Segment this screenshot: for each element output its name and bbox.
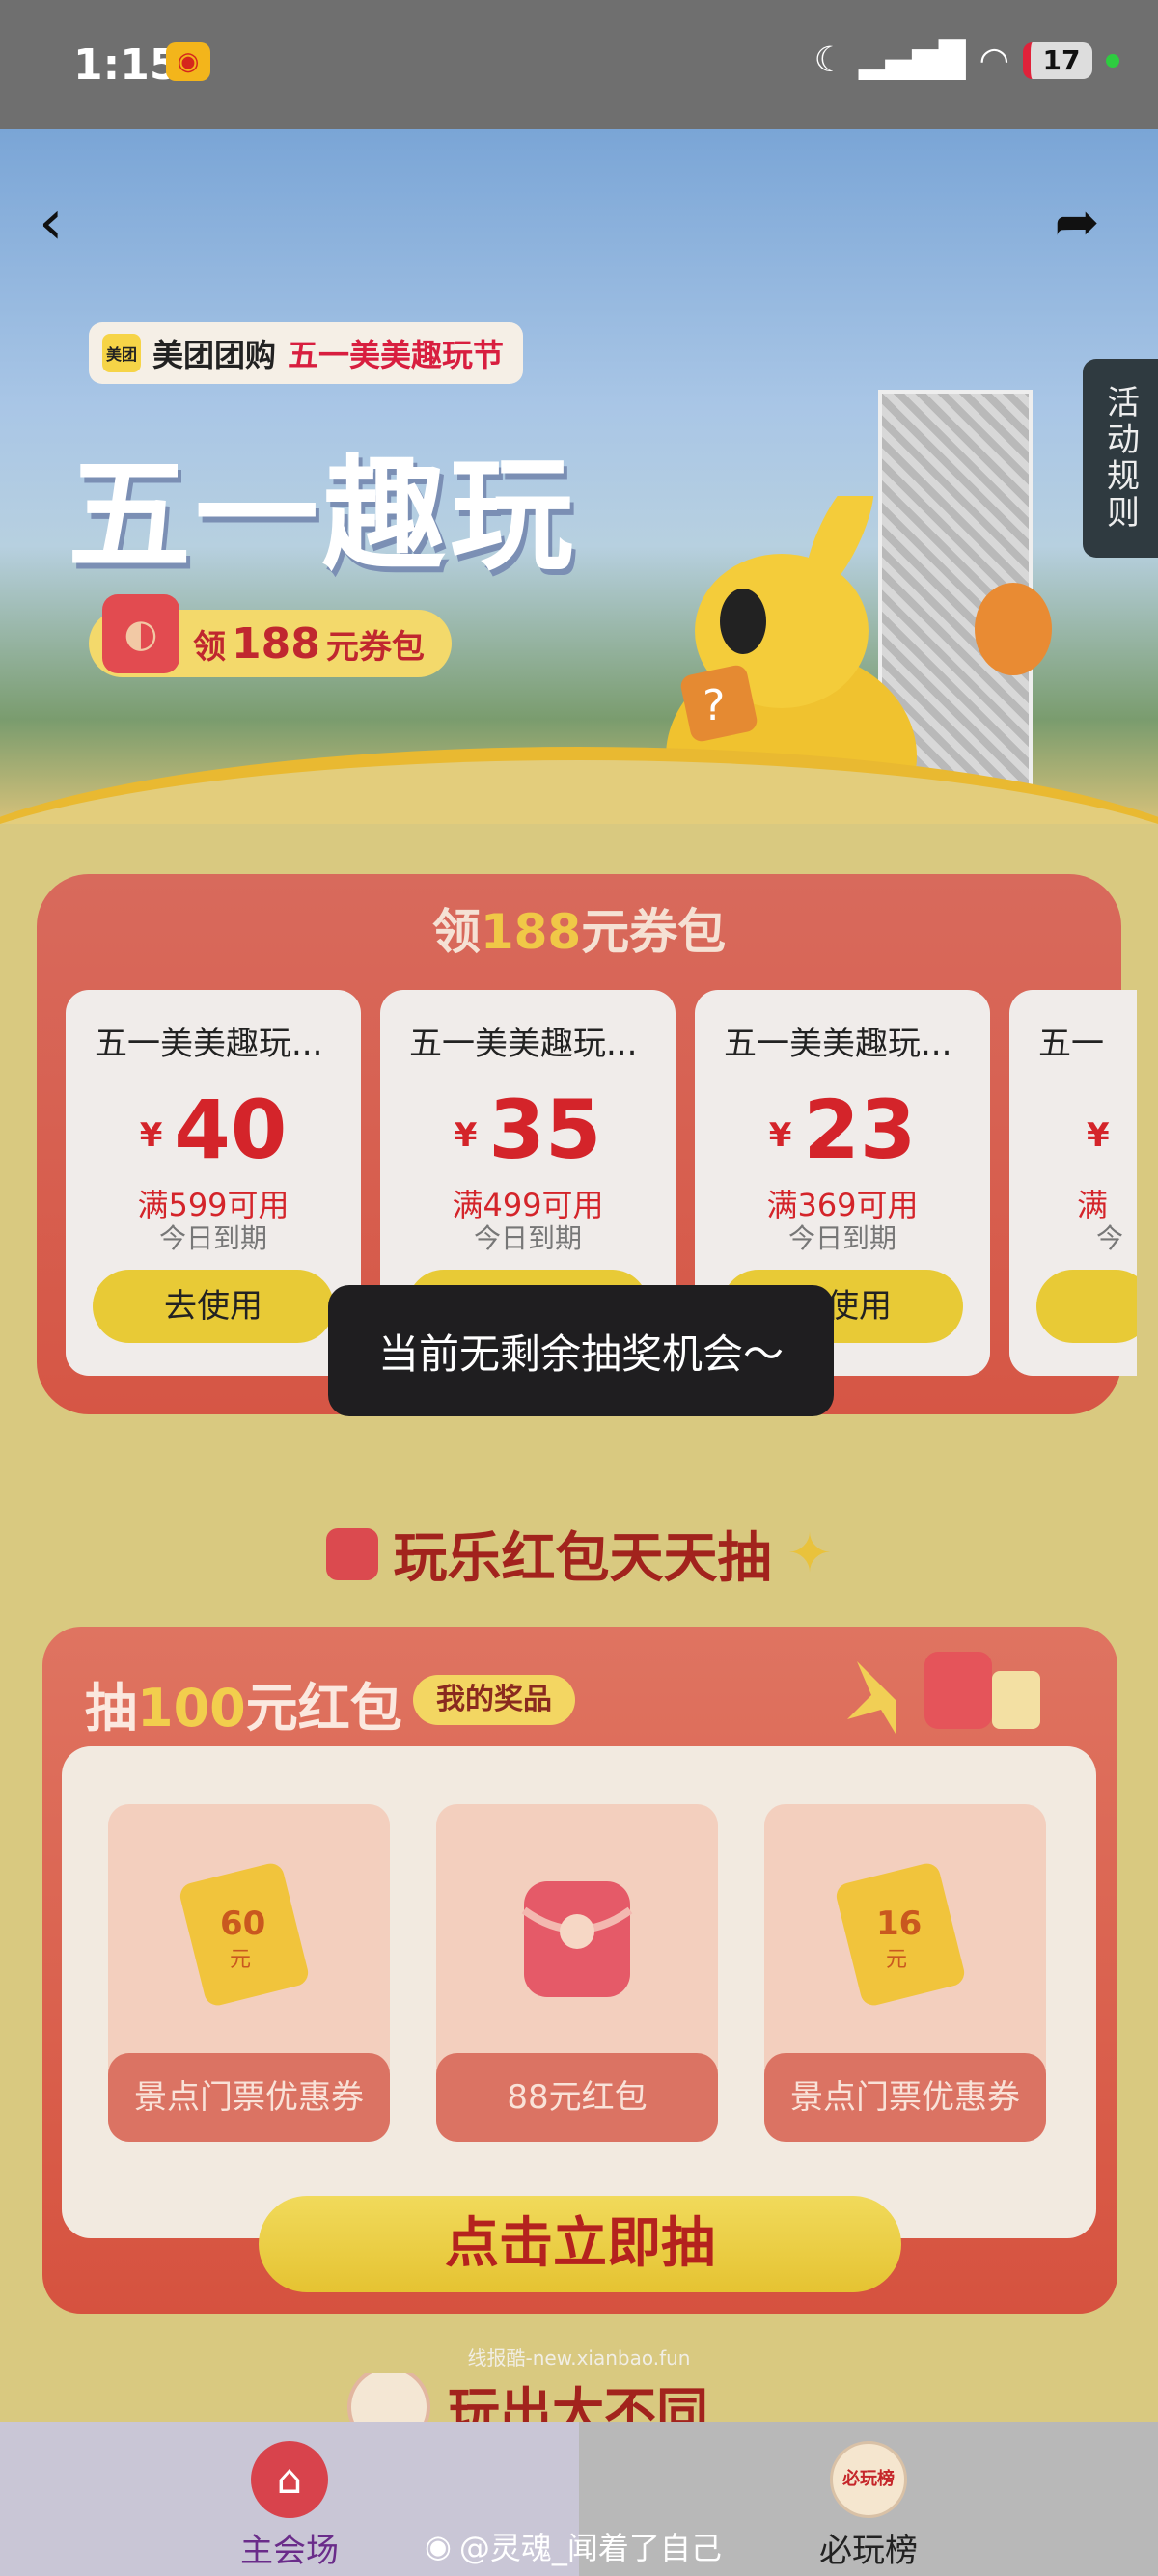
prize-item: 16 元 景点门票优惠券 xyxy=(764,1804,1046,2142)
coupon-title: 五一美美趣玩... xyxy=(724,1025,952,1063)
coupon-title: 五一美美趣玩... xyxy=(409,1025,638,1063)
page: 1:15 ◉ ☾ ▂▄▆█ ◠ 17 ? ✚● ‹ ➦ 美团 美团团购 五一美美… xyxy=(0,0,1158,2576)
draw-now-button[interactable]: 点击立即抽 xyxy=(259,2196,901,2292)
share-button[interactable]: ➦ xyxy=(1042,189,1112,257)
balloon-illustration xyxy=(975,583,1052,675)
ticket-coupon-icon: 16 元 xyxy=(836,1863,965,2006)
prize-label: 景点门票优惠券 xyxy=(764,2053,1046,2142)
coupon-section-title-amount: 188 xyxy=(480,904,582,960)
red-packet-decoration-icon xyxy=(847,1652,1040,1734)
redpacket-title-suffix: 元红包 xyxy=(245,1678,402,1739)
redpacket-heading-text: 玩乐红包天天抽 xyxy=(393,1527,772,1590)
use-coupon-button[interactable] xyxy=(1036,1270,1137,1343)
moon-icon: ☾ xyxy=(813,41,845,80)
use-coupon-button[interactable]: 去使用 xyxy=(93,1270,334,1343)
prize-item: 60 元 景点门票优惠券 xyxy=(108,1804,390,2142)
currency-symbol: ¥ xyxy=(454,1116,478,1156)
coupon-value: 23 xyxy=(803,1082,917,1177)
prize-panel: 60 元 景点门票优惠券 88元红包 16 元 景点门票优惠券 xyxy=(62,1746,1096,2238)
home-icon: ⌂ xyxy=(251,2441,328,2518)
coupon-amount: ¥23 xyxy=(695,1086,990,1179)
battery-icon: 17 xyxy=(1023,41,1092,79)
brand-tag: 美团 美团团购 五一美美趣玩节 xyxy=(89,322,524,384)
prize-value: 16 xyxy=(876,1905,922,1943)
coupon-expiry: 今日到期 xyxy=(787,1222,896,1254)
status-icons: ☾ ▂▄▆█ ◠ 17 xyxy=(814,41,1119,80)
coupon-amount: ¥40 xyxy=(66,1086,361,1179)
redpacket-title-amount: 100 xyxy=(137,1678,246,1739)
hero-coupon-amount: 188 xyxy=(232,618,320,669)
coupon-card[interactable]: 五一美美趣玩... ¥40 满599可用 今日到期 去使用 xyxy=(66,990,361,1376)
wifi-icon: ◠ xyxy=(979,41,1009,80)
redpacket-lottery-card: 抽100元红包 我的奖品 60 元 景点门票优惠券 88元红包 16 元 景点门… xyxy=(42,1627,1117,2314)
coupon-title: 五一 xyxy=(1038,1025,1104,1063)
red-packet-icon xyxy=(325,1527,378,1580)
meituan-logo: 美团 xyxy=(102,334,141,372)
activity-rules-tab[interactable]: 活动规则 xyxy=(1083,359,1158,558)
weibo-credit: ◉ @灵魂_闻着了自己 xyxy=(425,2524,722,2568)
ticket-coupon-icon: 60 元 xyxy=(179,1863,309,2006)
coupon-card[interactable]: 五一 ¥ 满 今 xyxy=(1009,990,1137,1376)
brand-name: 美团团购 xyxy=(152,337,277,373)
coupon-value: 40 xyxy=(174,1082,288,1177)
redpacket-heading: 玩乐红包天天抽 ✦ xyxy=(0,1515,1158,1593)
battery-level: 17 xyxy=(1042,44,1081,76)
privacy-indicator-icon xyxy=(1106,53,1119,68)
coupon-section-title-prefix: 领 xyxy=(431,904,481,960)
prize-label: 88元红包 xyxy=(436,2053,718,2142)
status-bar: 1:15 ◉ ☾ ▂▄▆█ ◠ 17 xyxy=(0,0,1158,129)
back-button[interactable]: ‹ xyxy=(39,189,87,257)
hero-coupon-prefix: 领 xyxy=(193,627,226,667)
coupon-expiry: 今 xyxy=(1096,1222,1124,1254)
coupon-section-title: 领188元券包 xyxy=(37,893,1121,963)
redpacket-card-title: 抽100元红包 xyxy=(85,1665,402,1741)
coupon-amount: ¥35 xyxy=(380,1086,676,1179)
coupon-expiry: 今日到期 xyxy=(473,1222,582,1254)
red-packet-icon xyxy=(521,1881,633,1997)
prize-unit: 元 xyxy=(230,1948,251,1972)
coupon-section-title-suffix: 元券包 xyxy=(581,904,727,960)
red-packet-icon: ◐ xyxy=(102,594,179,673)
sparkle-icon: ✦ xyxy=(786,1522,833,1585)
prize-label: 景点门票优惠券 xyxy=(108,2053,390,2142)
coupon-title: 五一美美趣玩... xyxy=(95,1025,323,1063)
coupon-amount: ¥ xyxy=(1087,1086,1137,1179)
prize-unit: 元 xyxy=(886,1948,907,1972)
prize-item: 88元红包 xyxy=(436,1804,718,2142)
my-prizes-button[interactable]: 我的奖品 xyxy=(413,1675,575,1725)
svg-text:?: ? xyxy=(703,681,725,730)
coupon-value: 35 xyxy=(488,1082,602,1177)
redpacket-title-prefix: 抽 xyxy=(85,1678,137,1739)
hero-coupon-pill[interactable]: ◐ 领 188 元券包 xyxy=(89,594,452,677)
coupon-expiry: 今日到期 xyxy=(158,1222,267,1254)
toast-message: 当前无剩余抽奖机会～ xyxy=(328,1285,834,1416)
share-icon: ➦ xyxy=(1054,191,1100,254)
signal-icon: ▂▄▆█ xyxy=(858,41,966,80)
weibo-icon: ◉ xyxy=(166,42,210,81)
weibo-icon: ◉ xyxy=(425,2528,452,2564)
status-time: 1:15 xyxy=(73,41,179,90)
currency-symbol: ¥ xyxy=(1087,1116,1110,1156)
watermark: 线报酷-new.xianbao.fun xyxy=(467,2346,691,2370)
weibo-credit-text: @灵魂_闻着了自己 xyxy=(458,2530,722,2566)
prize-value: 60 xyxy=(220,1905,265,1943)
must-play-icon: 必玩榜 xyxy=(830,2441,907,2518)
hero-title: 五一趣玩 xyxy=(68,444,578,588)
chevron-left-icon: ‹ xyxy=(39,187,64,259)
currency-symbol: ¥ xyxy=(139,1116,163,1156)
hero-coupon-suffix: 元券包 xyxy=(325,627,425,667)
currency-symbol: ¥ xyxy=(768,1116,792,1156)
festival-name: 五一美美趣玩节 xyxy=(288,337,505,373)
